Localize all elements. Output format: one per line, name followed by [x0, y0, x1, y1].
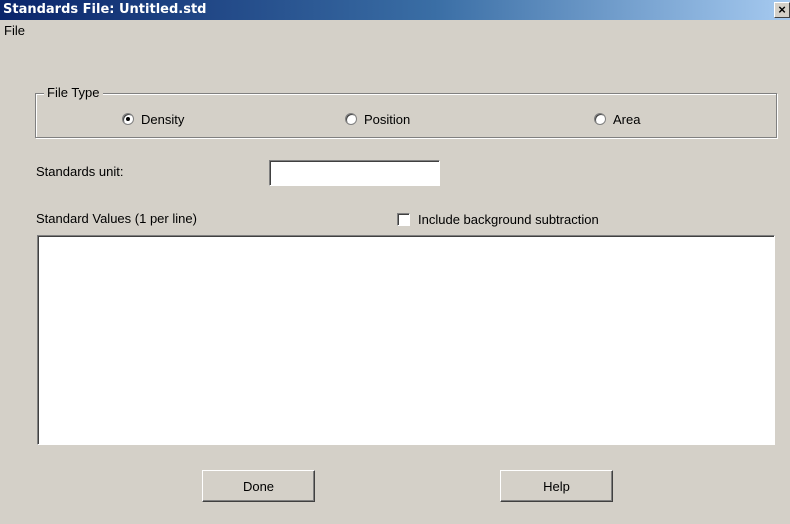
menu-bar: File: [0, 20, 790, 42]
background-subtraction-checkbox[interactable]: Include background subtraction: [397, 212, 599, 227]
radio-area-label: Area: [613, 111, 641, 127]
standards-unit-input[interactable]: [270, 161, 439, 185]
radio-density-label: Density: [141, 111, 185, 127]
menu-item-file[interactable]: File: [4, 23, 25, 38]
window-title: Standards File: Untitled.std: [3, 2, 207, 17]
standard-values-textarea[interactable]: [38, 236, 774, 444]
title-bar[interactable]: Standards File: Untitled.std ×: [0, 0, 790, 20]
help-button[interactable]: Help: [500, 470, 613, 502]
background-subtraction-label: Include background subtraction: [418, 212, 599, 227]
standard-values-label: Standard Values (1 per line): [36, 211, 197, 226]
radio-position[interactable]: Position: [345, 111, 410, 127]
radio-button-icon[interactable]: [345, 113, 357, 125]
radio-button-icon[interactable]: [122, 113, 134, 125]
radio-position-label: Position: [364, 111, 411, 127]
radio-selected-dot-icon: [126, 117, 130, 121]
standards-unit-field-frame: [269, 160, 440, 186]
radio-area[interactable]: Area: [594, 111, 640, 127]
checkbox-icon[interactable]: [397, 213, 410, 226]
close-button[interactable]: ×: [774, 2, 790, 18]
file-type-group-label: File Type: [44, 85, 103, 100]
done-button[interactable]: Done: [202, 470, 315, 502]
standards-file-window: Standards File: Untitled.std × File File…: [0, 0, 790, 524]
standards-unit-label: Standards unit:: [36, 164, 124, 179]
standard-values-field-frame: [37, 235, 775, 445]
close-icon: ×: [778, 2, 786, 17]
radio-density[interactable]: Density: [122, 111, 184, 127]
radio-button-icon[interactable]: [594, 113, 606, 125]
